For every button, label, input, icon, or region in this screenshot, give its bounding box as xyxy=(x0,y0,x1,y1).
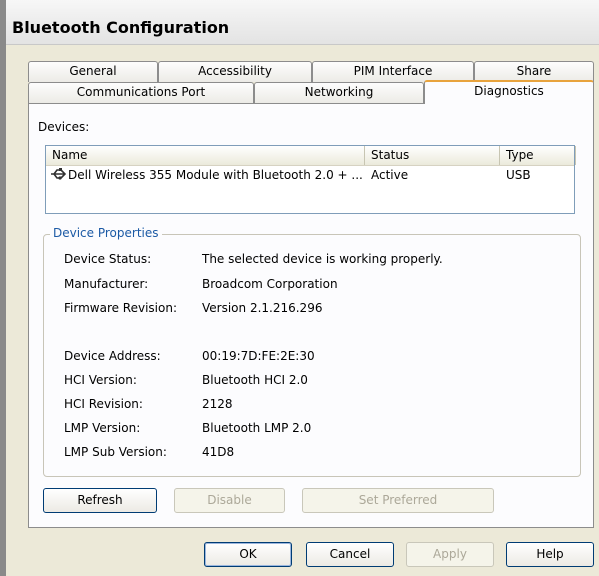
tab-networking[interactable]: Networking xyxy=(254,82,424,103)
firmware-revision-value: Version 2.1.216.296 xyxy=(202,301,323,315)
tab-communications-port[interactable]: Communications Port xyxy=(28,82,254,103)
device-properties-title: Device Properties xyxy=(50,226,162,240)
tab-general[interactable]: General xyxy=(28,61,158,82)
column-header-name[interactable]: Name xyxy=(46,146,365,165)
device-status-value: The selected device is working properly. xyxy=(202,252,443,266)
devices-label: Devices: xyxy=(38,120,90,134)
set-preferred-button[interactable]: Set Preferred xyxy=(302,488,494,513)
firmware-revision-label: Firmware Revision: xyxy=(64,301,178,315)
tab-diagnostics[interactable]: Diagnostics xyxy=(424,80,594,104)
bluetooth-configuration-window: Bluetooth Configuration General Accessib… xyxy=(0,0,599,576)
device-address-label: Device Address: xyxy=(64,349,161,363)
bluetooth-device-icon xyxy=(50,167,67,187)
diagnostics-panel: Devices: Name Status Type Dell Wireless … xyxy=(28,103,594,528)
hci-version-value: Bluetooth HCI 2.0 xyxy=(202,373,308,387)
device-name: Dell Wireless 355 Module with Bluetooth … xyxy=(68,168,363,182)
cancel-button[interactable]: Cancel xyxy=(306,542,394,567)
refresh-button[interactable]: Refresh xyxy=(43,488,157,513)
device-status-label: Device Status: xyxy=(64,252,152,266)
hci-revision-value: 2128 xyxy=(202,397,233,411)
lmp-version-value: Bluetooth LMP 2.0 xyxy=(202,421,312,435)
device-properties-group: Device Properties Device Status: The sel… xyxy=(43,226,581,477)
device-type: USB xyxy=(506,168,531,182)
help-button[interactable]: Help xyxy=(506,542,594,567)
title-bar[interactable]: Bluetooth Configuration xyxy=(6,0,599,45)
lmp-version-label: LMP Version: xyxy=(64,421,141,435)
tab-pim-interface[interactable]: PIM Interface xyxy=(312,61,474,82)
lmp-sub-version-value: 41D8 xyxy=(202,445,235,459)
column-header-status[interactable]: Status xyxy=(365,146,500,165)
disable-button[interactable]: Disable xyxy=(174,488,285,513)
hci-version-label: HCI Version: xyxy=(64,373,137,387)
manufacturer-label: Manufacturer: xyxy=(64,277,149,291)
hci-revision-label: HCI Revision: xyxy=(64,397,143,411)
window-title: Bluetooth Configuration xyxy=(12,18,230,37)
tab-share[interactable]: Share xyxy=(474,61,594,82)
column-header-type[interactable]: Type xyxy=(500,146,576,165)
device-address-value: 00:19:7D:FE:2E:30 xyxy=(202,349,315,363)
tab-accessibility[interactable]: Accessibility xyxy=(158,61,312,82)
device-row[interactable]: Dell Wireless 355 Module with Bluetooth … xyxy=(46,166,574,185)
devices-list-header: Name Status Type xyxy=(46,146,576,166)
manufacturer-value: Broadcom Corporation xyxy=(202,277,338,291)
lmp-sub-version-label: LMP Sub Version: xyxy=(64,445,167,459)
devices-list[interactable]: Name Status Type Dell Wireless 355 Modul… xyxy=(45,145,576,214)
device-status: Active xyxy=(371,168,409,182)
ok-button[interactable]: OK xyxy=(204,542,292,567)
apply-button[interactable]: Apply xyxy=(406,542,494,567)
